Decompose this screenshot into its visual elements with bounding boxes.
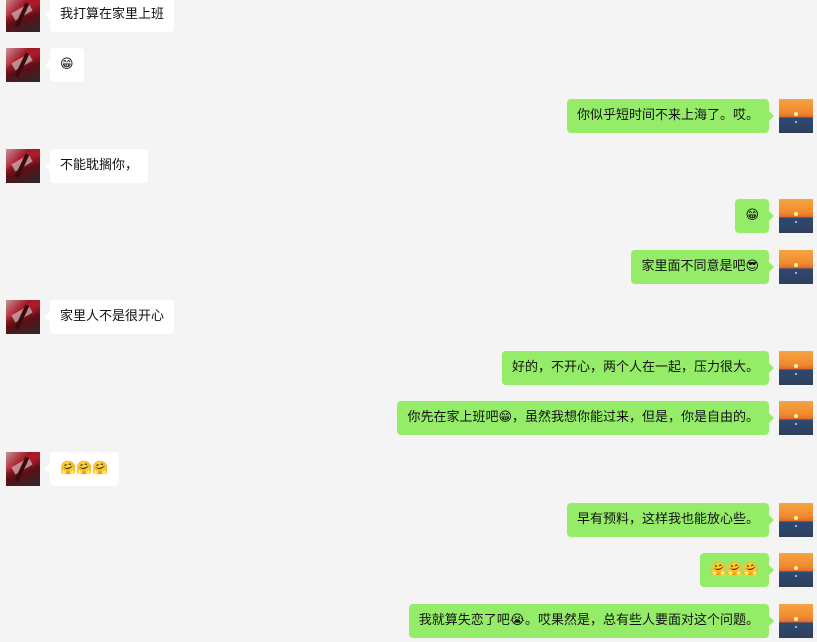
message-bubble[interactable]: 家里面不同意是吧😎	[631, 250, 774, 284]
self-avatar-image	[779, 250, 813, 284]
message-bubble[interactable]: 😁	[45, 48, 84, 82]
message-row: 早有预料，这样我也能放心些。	[0, 503, 817, 537]
message-row: 你先在家上班吧😁，虽然我想你能过来，但是，你是自由的。	[0, 401, 817, 435]
message-row: 家里面不同意是吧😎	[0, 250, 817, 284]
self-avatar[interactable]	[779, 99, 813, 133]
self-avatar-image	[779, 401, 813, 435]
message-bubble[interactable]: 家里人不是很开心	[44, 300, 175, 334]
contact-avatar-image	[6, 300, 40, 334]
message-bubble[interactable]: 我打算在家里上班	[44, 0, 175, 32]
contact-avatar[interactable]	[6, 149, 40, 183]
message-bubble[interactable]: 🤗🤗🤗	[700, 553, 774, 587]
contact-avatar[interactable]	[6, 0, 40, 32]
message-bubble[interactable]: 你先在家上班吧😁，虽然我想你能过来，但是，你是自由的。	[397, 401, 774, 435]
contact-avatar-image	[6, 0, 40, 32]
self-avatar[interactable]	[779, 604, 813, 638]
message-row: 家里人不是很开心	[0, 300, 817, 334]
self-avatar-image	[779, 99, 813, 133]
chat-window: 我打算在家里上班 😁 你似乎短时间不来上海了。哎。 不能耽搁你， 😁 家里面不同…	[0, 0, 817, 642]
self-avatar-image	[779, 503, 813, 537]
message-row: 我打算在家里上班	[0, 0, 817, 32]
self-avatar[interactable]	[779, 553, 813, 587]
contact-avatar[interactable]	[6, 452, 40, 486]
message-row: 不能耽搁你，	[0, 149, 817, 183]
self-avatar[interactable]	[779, 250, 813, 284]
self-avatar-image	[779, 351, 813, 385]
contact-avatar[interactable]	[6, 48, 40, 82]
message-bubble[interactable]: 早有预料，这样我也能放心些。	[566, 503, 775, 537]
message-bubble[interactable]: 我就算失恋了吧😭。哎果然是，总有些人要面对这个问题。	[408, 604, 775, 638]
self-avatar[interactable]	[779, 401, 813, 435]
contact-avatar-image	[6, 452, 40, 486]
message-row: 🤗🤗🤗	[0, 452, 817, 486]
self-avatar[interactable]	[779, 351, 813, 385]
self-avatar-image	[779, 553, 813, 587]
contact-avatar-image	[6, 48, 40, 82]
message-row: 😁	[0, 48, 817, 82]
contact-avatar[interactable]	[6, 300, 40, 334]
message-bubble[interactable]: 好的，不开心，两个人在一起，压力很大。	[501, 351, 775, 385]
self-avatar-image	[779, 199, 813, 233]
message-bubble[interactable]: 😁	[735, 199, 774, 233]
message-row: 好的，不开心，两个人在一起，压力很大。	[0, 351, 817, 385]
contact-avatar-image	[6, 149, 40, 183]
message-row: 🤗🤗🤗	[0, 553, 817, 587]
message-row: 😁	[0, 199, 817, 233]
self-avatar[interactable]	[779, 503, 813, 537]
self-avatar[interactable]	[779, 199, 813, 233]
message-bubble[interactable]: 你似乎短时间不来上海了。哎。	[566, 99, 775, 133]
self-avatar-image	[779, 604, 813, 638]
message-row: 我就算失恋了吧😭。哎果然是，总有些人要面对这个问题。	[0, 604, 817, 638]
message-bubble[interactable]: 🤗🤗🤗	[45, 452, 119, 486]
message-bubble[interactable]: 不能耽搁你，	[44, 149, 149, 183]
message-row: 你似乎短时间不来上海了。哎。	[0, 99, 817, 133]
